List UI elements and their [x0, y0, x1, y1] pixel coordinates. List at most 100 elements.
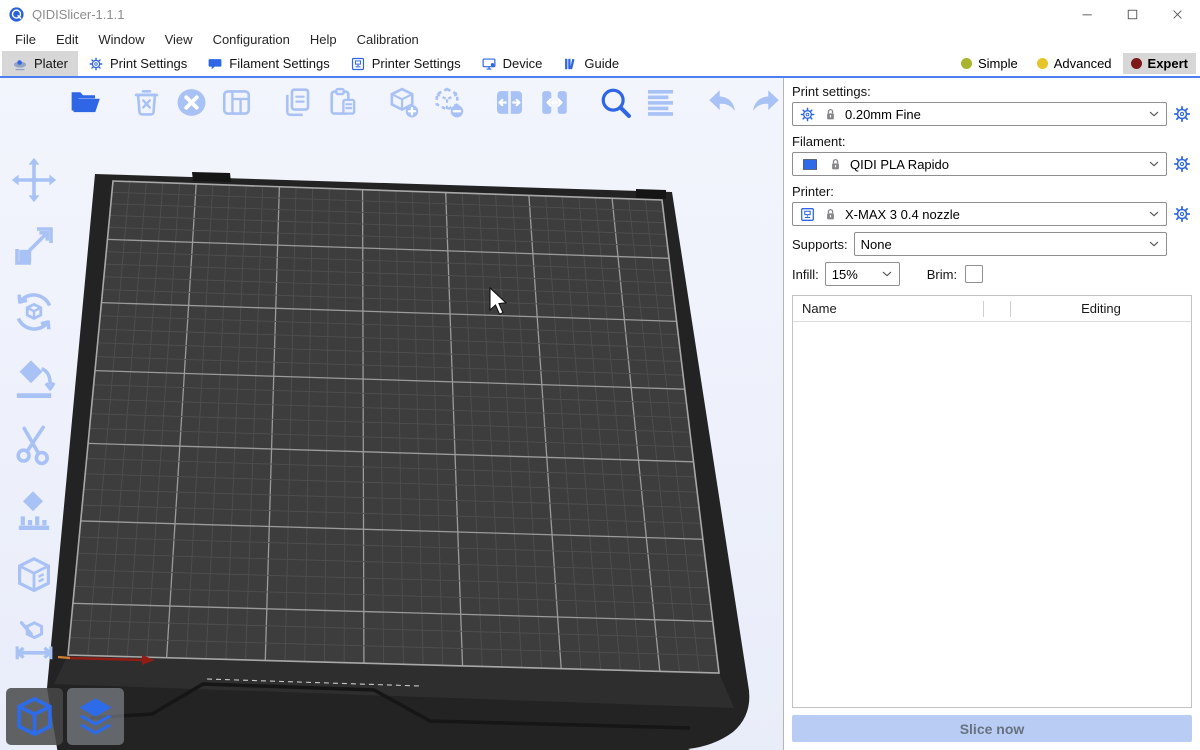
- infill-select[interactable]: 15%: [825, 262, 900, 286]
- lock-icon: [827, 156, 844, 173]
- printer-value: X-MAX 3 0.4 nozzle: [845, 207, 1140, 222]
- redo-button[interactable]: [747, 82, 783, 122]
- tab-label: Filament Settings: [229, 56, 329, 71]
- gizmo-rotate-button[interactable]: [5, 284, 63, 340]
- tab-label: Device: [503, 56, 543, 71]
- gizmo-toolbar: [5, 152, 63, 670]
- view-mode-switcher: [6, 688, 124, 745]
- tab-print-settings[interactable]: Print Settings: [78, 51, 197, 76]
- gizmo-measure-button[interactable]: [5, 614, 63, 670]
- menu-window[interactable]: Window: [88, 28, 154, 51]
- gizmo-cut-button[interactable]: [5, 416, 63, 472]
- paste-button[interactable]: [323, 82, 361, 122]
- search-button[interactable]: [596, 82, 634, 122]
- split-parts-icon: [537, 85, 572, 120]
- tab-label: Guide: [584, 56, 619, 71]
- mode-dot-icon: [1131, 58, 1142, 69]
- mode-expert[interactable]: Expert: [1123, 53, 1196, 74]
- preview-view-button[interactable]: [67, 688, 124, 745]
- support-paint-icon: [10, 486, 58, 534]
- open-folder-icon: [68, 85, 103, 120]
- print-settings-select[interactable]: 0.20mm Fine: [792, 102, 1167, 126]
- object-list-body[interactable]: [793, 322, 1191, 707]
- filament-value: QIDI PLA Rapido: [850, 157, 1140, 172]
- mode-advanced[interactable]: Advanced: [1029, 53, 1120, 74]
- menu-file[interactable]: File: [5, 28, 46, 51]
- supports-label: Supports:: [792, 237, 848, 252]
- layer-lines-icon: [643, 85, 678, 120]
- variable-layer-height-button[interactable]: [641, 82, 679, 122]
- menu-help[interactable]: Help: [300, 28, 347, 51]
- supports-select[interactable]: None: [854, 232, 1167, 256]
- menu-view[interactable]: View: [155, 28, 203, 51]
- gizmo-scale-button[interactable]: [5, 218, 63, 274]
- gizmo-place-on-face-button[interactable]: [5, 350, 63, 406]
- filament-select[interactable]: QIDI PLA Rapido: [792, 152, 1167, 176]
- print-settings-label: Print settings:: [792, 84, 1192, 99]
- tab-label: Print Settings: [110, 56, 187, 71]
- brim-checkbox[interactable]: [965, 265, 983, 283]
- supports-value: None: [861, 237, 1140, 252]
- title-bar: QIDISlicer-1.1.1: [0, 0, 1200, 28]
- arrange-button[interactable]: [217, 82, 255, 122]
- tab-bar: Plater Print Settings Filament Settings Pri…: [0, 51, 1200, 78]
- lock-icon: [822, 106, 839, 123]
- split-to-objects-button[interactable]: [490, 82, 528, 122]
- chevron-down-icon: [879, 266, 895, 282]
- add-instance-button[interactable]: [384, 82, 422, 122]
- copy-button[interactable]: [278, 82, 316, 122]
- menu-edit[interactable]: Edit: [46, 28, 88, 51]
- gear-icon: [799, 106, 816, 123]
- mode-label: Advanced: [1054, 56, 1112, 71]
- tab-printer-settings[interactable]: Printer Settings: [340, 51, 471, 76]
- add-instance-icon: [386, 85, 421, 120]
- brim-label: Brim:: [927, 267, 957, 282]
- 3d-editor-view-button[interactable]: [6, 688, 63, 745]
- undo-button[interactable]: [702, 82, 740, 122]
- viewport-3d-scene[interactable]: [0, 78, 783, 750]
- viewport-3d[interactable]: [0, 78, 783, 750]
- guide-icon: [562, 56, 578, 72]
- gizmo-paint-on-supports-button[interactable]: [5, 482, 63, 538]
- gizmo-seam-painting-button[interactable]: [5, 548, 63, 604]
- split-objects-icon: [492, 85, 527, 120]
- tab-plater[interactable]: Plater: [2, 51, 78, 76]
- split-to-parts-button[interactable]: [535, 82, 573, 122]
- close-button[interactable]: [1155, 0, 1200, 28]
- printer-select[interactable]: X-MAX 3 0.4 nozzle: [792, 202, 1167, 226]
- tab-guide[interactable]: Guide: [552, 51, 629, 76]
- delete-all-button[interactable]: [172, 82, 210, 122]
- column-header-editing: Editing: [1011, 301, 1191, 316]
- print-settings-value: 0.20mm Fine: [845, 107, 1140, 122]
- delete-button[interactable]: [127, 82, 165, 122]
- mode-dot-icon: [961, 58, 972, 69]
- chevron-down-icon: [1146, 236, 1162, 252]
- tab-device[interactable]: Device: [471, 51, 553, 76]
- filament-label: Filament:: [792, 134, 1192, 149]
- copy-icon: [280, 85, 315, 120]
- filament-edit-button[interactable]: [1172, 154, 1192, 174]
- delete-all-icon: [174, 85, 209, 120]
- minimize-icon: [1079, 6, 1096, 23]
- remove-instance-button[interactable]: [429, 82, 467, 122]
- tab-filament-settings[interactable]: Filament Settings: [197, 51, 339, 76]
- build-plate-surface[interactable]: [68, 181, 719, 673]
- menu-calibration[interactable]: Calibration: [347, 28, 429, 51]
- menu-configuration[interactable]: Configuration: [203, 28, 300, 51]
- mode-simple[interactable]: Simple: [953, 53, 1026, 74]
- maximize-icon: [1124, 6, 1141, 23]
- window-title: QIDISlicer-1.1.1: [32, 7, 124, 22]
- lock-icon: [822, 206, 839, 223]
- open-button[interactable]: [66, 82, 104, 122]
- gizmo-move-button[interactable]: [5, 152, 63, 208]
- infill-value: 15%: [832, 267, 873, 282]
- maximize-button[interactable]: [1110, 0, 1155, 28]
- mode-label: Simple: [978, 56, 1018, 71]
- measure-icon: [10, 618, 58, 666]
- printer-label: Printer:: [792, 184, 1192, 199]
- printer-edit-button[interactable]: [1172, 204, 1192, 224]
- minimize-button[interactable]: [1065, 0, 1110, 28]
- arrange-icon: [219, 85, 254, 120]
- slice-now-button[interactable]: Slice now: [792, 715, 1192, 742]
- print-settings-edit-button[interactable]: [1172, 104, 1192, 124]
